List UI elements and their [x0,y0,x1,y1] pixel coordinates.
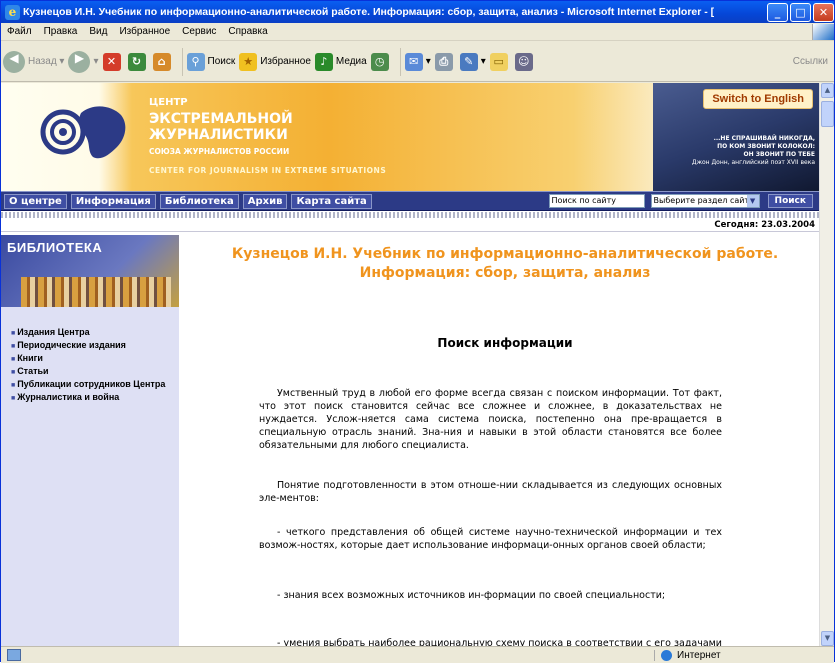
toolbar-separator [181,47,183,76]
sidebar-item-periodicals[interactable]: Периодические издания [11,340,165,352]
home-button[interactable]: ⌂ [152,52,174,71]
star-icon: ★ [239,52,258,71]
banner-quote: ...НЕ СПРАШИВАЙ НИКОГДА, ПО КОМ ЗВОНИТ К… [691,135,815,166]
org-english: CENTER FOR JOURNALISM IN EXTREME SITUATI… [149,166,387,175]
scroll-down-icon[interactable]: ▼ [821,631,834,646]
section-heading: Поиск информации [437,336,573,350]
forward-button[interactable]: ▶ ▾ [68,50,99,73]
paragraph: - знания всех возможных источников ин-фо… [277,590,666,601]
sidebar-item-books[interactable]: Книги [11,353,165,365]
paragraph: Понятие подготовленности в этом отноше-н… [259,480,722,504]
nav-library[interactable]: Библиотека [159,193,239,209]
sidebar-item-center-publications[interactable]: Издания Центра [11,327,165,339]
toolbar: ◀ Назад ▾ ▶ ▾ ✕ ↻ ⌂ ⚲ Поиск ★ Избранное ♪ Мед… [1,42,834,82]
printer-icon: ⎙ [434,52,453,71]
page-viewport: ЦЕНТР ЭКСТРЕМАЛЬНОЙ ЖУРНАЛИСТИКИ СОЮЗА Ж… [1,83,819,646]
menu-favorites[interactable]: Избранное [113,26,176,37]
maximize-button[interactable]: □ [790,2,811,22]
today-date: Сегодня: 23.03.2004 [1,218,819,232]
sidebar-item-journalism-war[interactable]: Журналистика и война [11,392,165,404]
mail-button[interactable]: ✉ ▾ [404,52,431,71]
toolbar-separator [399,47,401,76]
switch-language-link[interactable]: Switch to English [703,89,813,109]
books-image [21,277,171,307]
stop-icon: ✕ [102,52,121,71]
globe-icon [661,649,672,661]
vertical-scrollbar[interactable]: ▲ ▼ [819,83,834,646]
banner-photo: Switch to English ...НЕ СПРАШИВАЙ НИКОГД… [653,83,819,191]
scroll-thumb[interactable] [821,101,834,127]
browser-window: e Кузнецов И.Н. Учебник по информационно… [0,0,835,663]
stop-button[interactable]: ✕ [102,52,124,71]
forward-arrow-icon: ▶ [68,50,91,73]
menu-tools[interactable]: Сервис [176,26,222,37]
site-search-input[interactable]: Поиск по сайту [548,194,645,208]
history-button[interactable]: ◷ [370,52,392,71]
media-button[interactable]: ♪ Медиа [314,52,367,71]
folder-button[interactable]: ▭ [489,52,511,71]
menu-edit[interactable]: Правка [38,26,84,37]
close-button[interactable]: ✕ [813,2,834,22]
minimize-button[interactable]: _ [767,2,788,22]
menu-view[interactable]: Вид [83,26,113,37]
title-bar[interactable]: e Кузнецов И.Н. Учебник по информационно… [1,1,834,23]
print-button[interactable]: ⎙ [434,52,456,71]
security-zone: Интернет [654,649,834,661]
section-select[interactable]: Выберите раздел сайта ▼ [650,194,760,208]
nav-about[interactable]: О центре [4,193,67,209]
scroll-up-icon[interactable]: ▲ [821,83,834,98]
menu-file[interactable]: Файл [1,26,38,37]
refresh-button[interactable]: ↻ [127,52,149,71]
history-icon: ◷ [370,52,389,71]
refresh-icon: ↻ [127,52,146,71]
menu-bar: Файл Правка Вид Избранное Сервис Справка [1,23,834,41]
nav-information[interactable]: Информация [70,193,156,209]
ie-logo-icon: e [5,4,20,20]
sidebar: БИБЛИОТЕКА Издания Центра Периодические … [1,235,179,646]
back-button[interactable]: ◀ Назад ▾ [3,50,64,73]
edit-button[interactable]: ✎ ▾ [459,52,486,71]
search-button[interactable]: ⚲ Поиск [186,52,235,71]
org-line-2: ЭКСТРЕМАЛЬНОЙ [149,111,293,127]
library-heading: БИБЛИОТЕКА [7,240,103,255]
library-header: БИБЛИОТЕКА [1,235,179,307]
home-icon: ⌂ [152,52,171,71]
library-menu: Издания Центра Периодические издания Кни… [11,327,165,405]
folder-icon: ▭ [489,52,508,71]
chevron-down-icon: ▼ [746,195,759,207]
window-title: Кузнецов И.Н. Учебник по информационно-а… [23,6,715,18]
sidebar-item-staff-publications[interactable]: Публикации сотрудников Центра [11,379,165,391]
back-arrow-icon: ◀ [3,50,25,73]
search-icon: ⚲ [186,52,205,71]
org-sub: СОЮЗА ЖУРНАЛИСТОВ РОССИИ [149,147,290,156]
paragraph: - умения выбрать наиболее рациональную с… [277,638,722,646]
sidebar-item-articles[interactable]: Статьи [11,366,165,378]
paragraph: - четкого представления об общей системе… [259,527,722,551]
site-banner: ЦЕНТР ЭКСТРЕМАЛЬНОЙ ЖУРНАЛИСТИКИ СОЮЗА Ж… [1,83,819,191]
page-title: Кузнецов И.Н. Учебник по информационно-а… [231,246,779,281]
favorites-button[interactable]: ★ Избранное [239,52,311,71]
cejs-logo-icon [40,106,126,159]
site-search-button[interactable]: Поиск [767,194,813,208]
windows-flag-icon [812,23,834,40]
site-nav: О центре Информация Библиотека Архив Кар… [1,191,819,211]
status-bar: Интернет [1,646,834,663]
media-icon: ♪ [314,52,333,71]
org-line-1: ЦЕНТР [149,97,188,108]
page-icon [7,649,21,661]
messenger-button[interactable]: ☺ [514,52,536,71]
messenger-icon: ☺ [514,52,533,71]
menu-help[interactable]: Справка [222,26,273,37]
org-name: ЦЕНТР ЭКСТРЕМАЛЬНОЙ ЖУРНАЛИСТИКИ СОЮЗА Ж… [149,95,386,176]
nav-archive[interactable]: Архив [242,193,288,209]
paragraph: Умственный труд в любой его форме всегда… [259,388,722,451]
mail-icon: ✉ [404,52,423,71]
org-line-3: ЖУРНАЛИСТИКИ [149,127,288,143]
links-button[interactable]: Ссылки [793,56,828,67]
nav-sitemap[interactable]: Карта сайта [291,193,372,209]
edit-icon: ✎ [459,52,478,71]
